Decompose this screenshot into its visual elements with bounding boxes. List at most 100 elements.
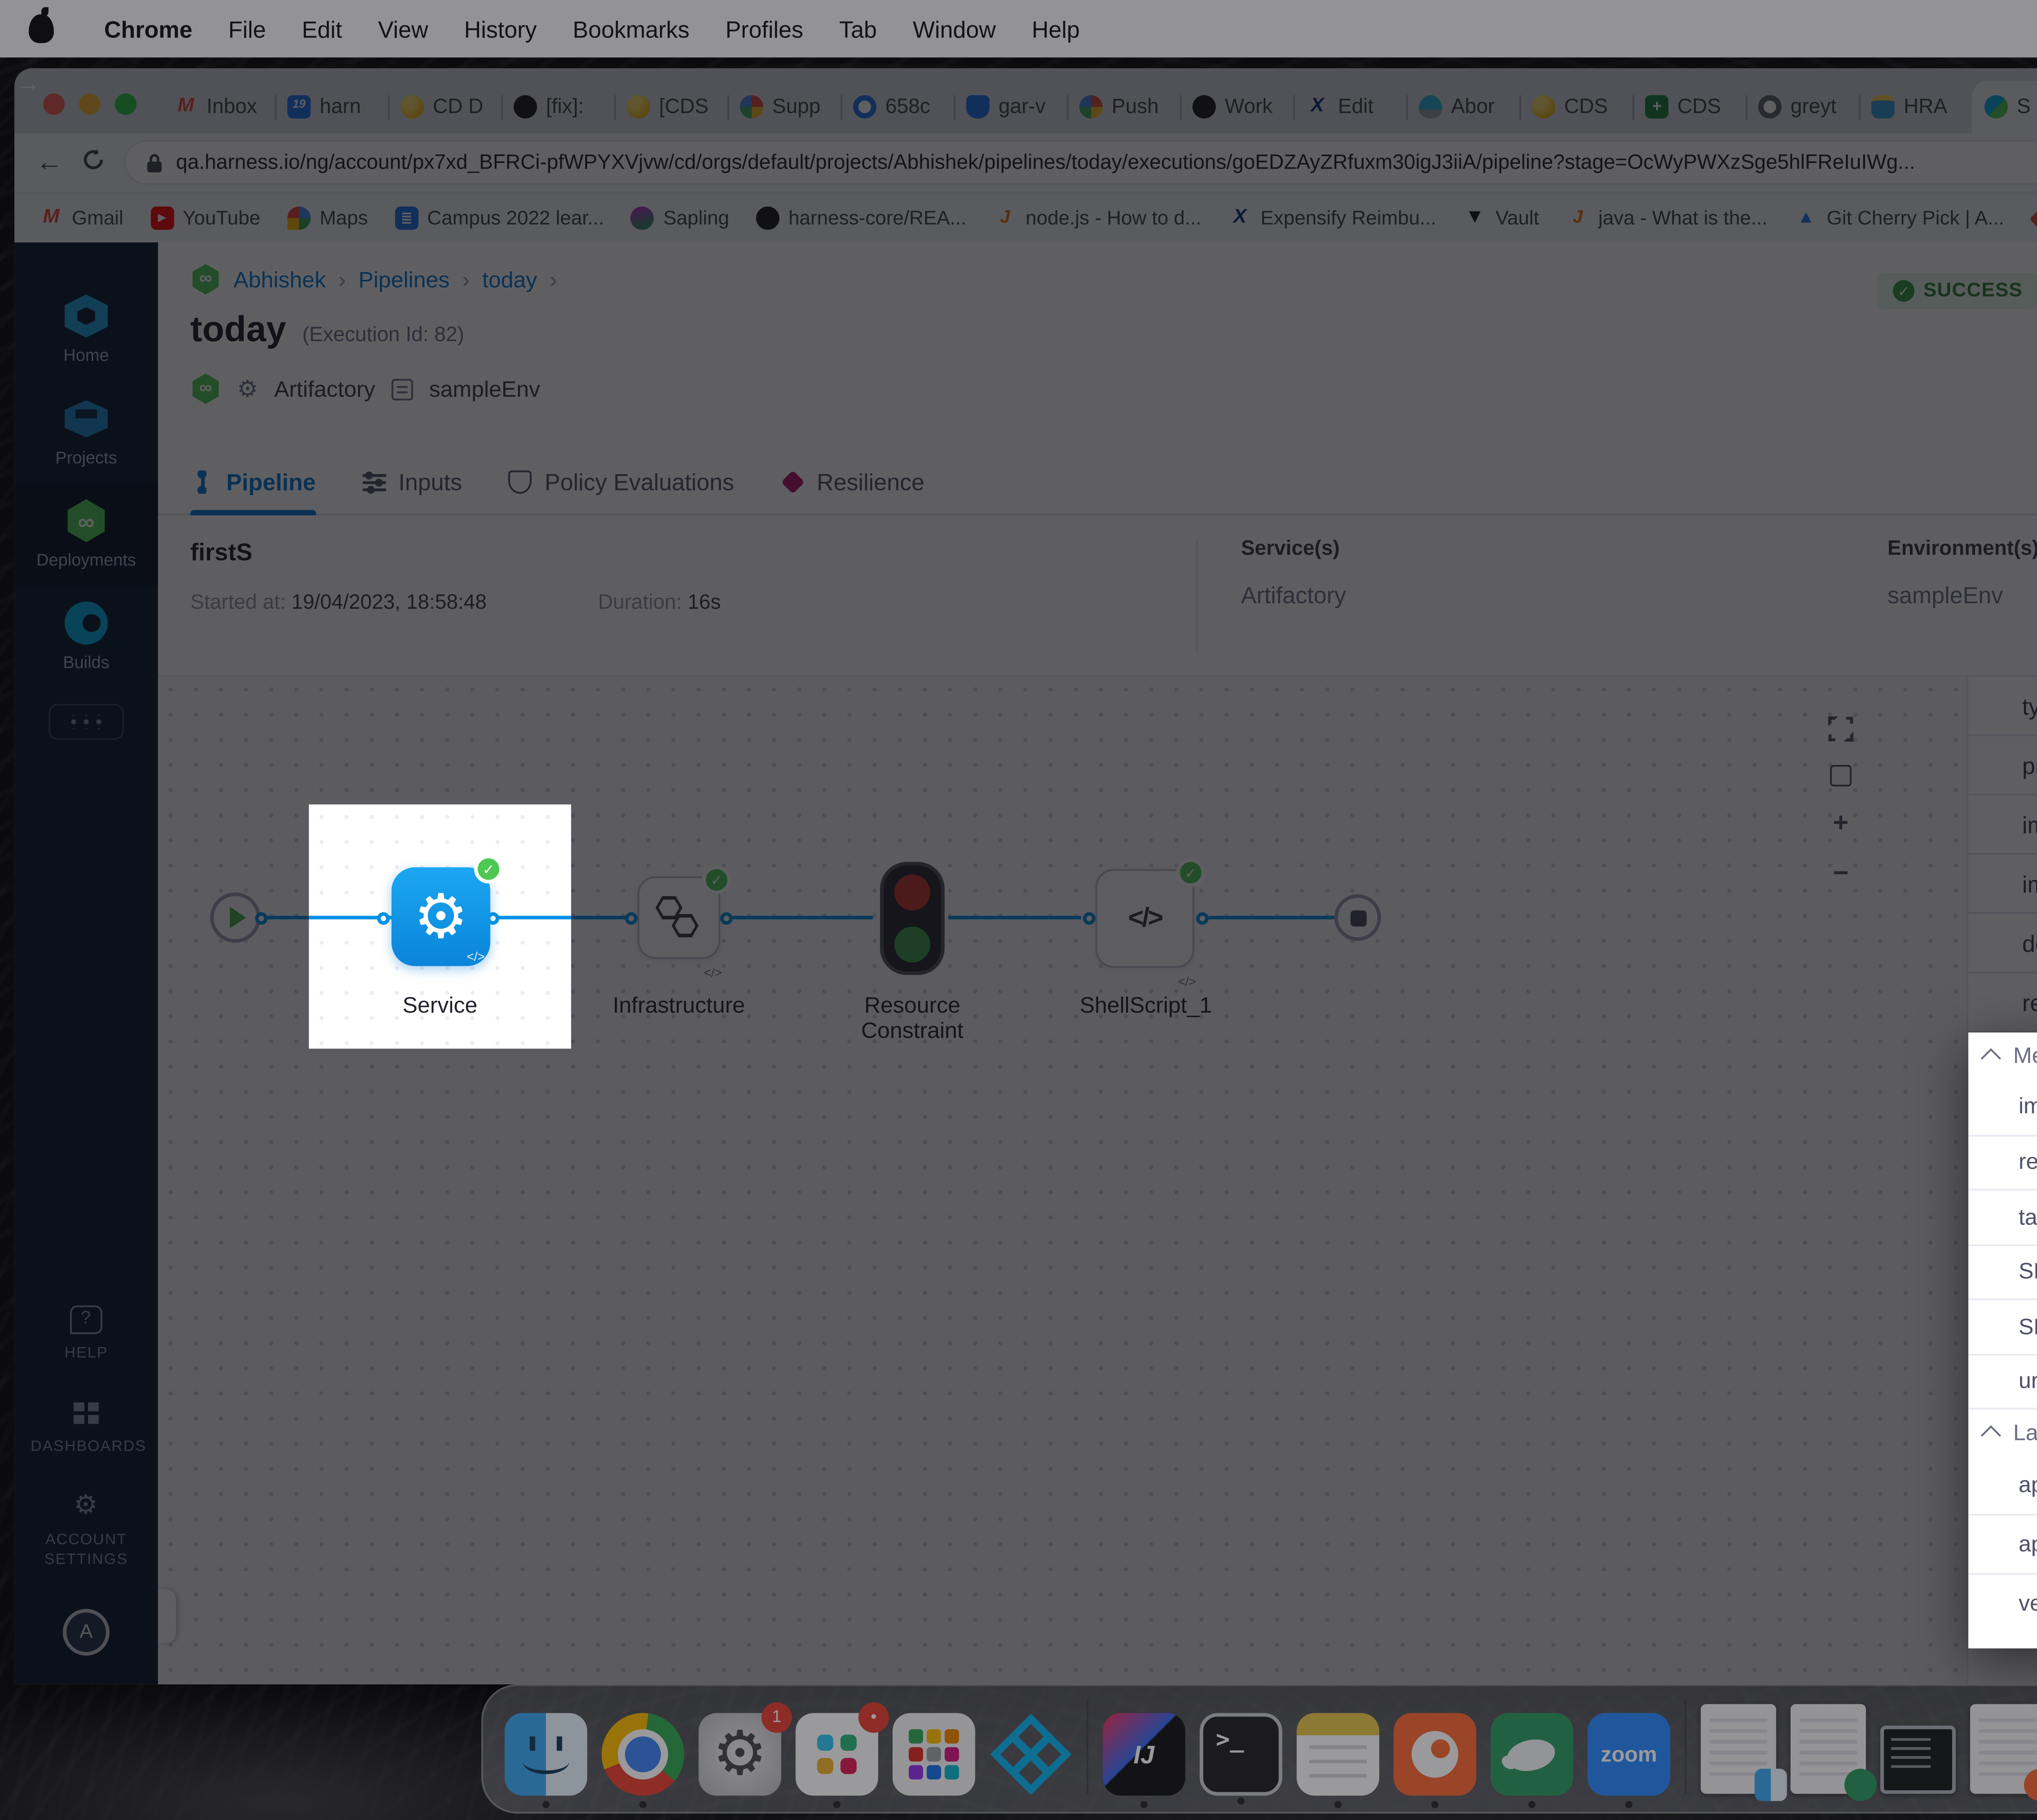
dock-item[interactable]: 1 (699, 1713, 781, 1796)
sidebar-module[interactable]: Projects (14, 381, 158, 483)
dock-item[interactable] (1087, 1701, 1088, 1794)
dock-item[interactable] (1880, 1725, 1956, 1794)
pipeline-canvas[interactable]: ⚙ </> ✓ Service ✓ </> (158, 677, 1967, 1684)
browser-tab[interactable]: + CDS (1632, 81, 1746, 133)
browser-tab[interactable]: [CDS (614, 81, 728, 133)
dock-item[interactable] (1970, 1704, 2037, 1794)
resource-constraint-step-node[interactable] (880, 862, 945, 975)
browser-tab[interactable]: 19 harn (275, 81, 388, 133)
execution-tab[interactable]: Pipeline (190, 451, 316, 513)
maximize-window-button[interactable] (115, 93, 136, 115)
sidebar-module[interactable] (14, 688, 158, 754)
bookmark-item[interactable]: Git - git-revert Do... (2031, 207, 2037, 230)
sidebar-module[interactable]: Builds (14, 585, 158, 688)
bookmark-item[interactable]: ▶ YouTube (150, 207, 260, 230)
sidebar-module[interactable]: Deployments (14, 483, 158, 585)
close-window-button[interactable] (43, 93, 65, 115)
menu-item[interactable]: History (446, 15, 554, 42)
dock-item[interactable]: >_ (1200, 1713, 1282, 1796)
apple-menu-icon[interactable] (29, 14, 54, 43)
dock-item[interactable] (602, 1713, 684, 1796)
dock-item[interactable] (1701, 1704, 1776, 1794)
menu-item[interactable]: Edit (284, 15, 360, 42)
browser-tab[interactable]: CDS (1519, 81, 1632, 133)
zoom-in-button[interactable]: + (1833, 810, 1849, 837)
dock-item[interactable] (1791, 1704, 1866, 1794)
collapse-chevron-icon[interactable] (1981, 1048, 2001, 1068)
breadcrumb-link[interactable]: today (482, 267, 557, 292)
node-label[interactable]: ShellScript_1 (1038, 993, 1254, 1018)
minimize-window-button[interactable] (79, 93, 101, 115)
execution-tab[interactable]: Resilience (781, 451, 925, 513)
menu-item[interactable]: Bookmarks (555, 15, 708, 42)
sidebar-module[interactable]: Home (14, 278, 158, 380)
browser-tab[interactable]: Abor (1406, 81, 1520, 133)
browser-tab[interactable]: 658c (840, 81, 954, 133)
node-label[interactable]: Service (309, 993, 571, 1018)
browser-tab[interactable]: gar-v (954, 81, 1067, 133)
dock-item[interactable] (1685, 1701, 1686, 1794)
menu-item[interactable]: Profiles (707, 15, 821, 42)
fit-view-icon[interactable] (1830, 765, 1852, 787)
menu-item[interactable]: Chrome (86, 15, 211, 42)
breadcrumb-link[interactable]: Pipelines (359, 267, 470, 292)
bookmark-item[interactable]: ▼ Vault (1463, 207, 1539, 230)
browser-tab[interactable]: Work (1180, 81, 1293, 133)
breadcrumb-link[interactable]: Abhishek (233, 267, 346, 292)
environment-chip[interactable]: sampleEnv (429, 376, 540, 402)
browser-tab[interactable]: X Edit (1293, 81, 1406, 133)
metadata-section-header[interactable]: Metadata (1968, 1033, 2037, 1079)
dock-item[interactable] (990, 1713, 1072, 1796)
execution-tab[interactable]: Policy Evaluations (509, 451, 734, 513)
sidebar-user-avatar[interactable]: A (63, 1609, 110, 1656)
collapse-chevron-icon[interactable] (1981, 1424, 2001, 1445)
node-label[interactable]: Infrastructure (571, 993, 787, 1018)
browser-tab[interactable]: Supp (727, 81, 840, 133)
menu-item[interactable]: File (210, 15, 284, 42)
bookmark-item[interactable]: ▲ Git Cherry Pick | A... (1794, 207, 2004, 230)
browser-tab[interactable]: M Inbox (162, 81, 275, 133)
address-bar[interactable]: qa.harness.io/ng/account/px7xd_BFRCi-pfW… (124, 140, 2037, 185)
dock-item[interactable] (1297, 1713, 1379, 1796)
browser-tab[interactable]: [fix]: (501, 81, 614, 133)
sidebar-bottom-item[interactable]: HELP (14, 1287, 158, 1380)
bookmark-item[interactable]: Maps (287, 207, 368, 230)
dock-item[interactable]: • (796, 1713, 878, 1796)
dock-item[interactable]: zoom (1588, 1713, 1670, 1796)
stage-name[interactable]: firstS (190, 539, 1196, 565)
environment-value[interactable]: sampleEnv (1887, 582, 2037, 609)
infrastructure-step-node[interactable]: ✓ </> (638, 876, 720, 959)
back-icon[interactable]: ← (36, 147, 63, 178)
fullscreen-icon[interactable] (1828, 717, 1854, 742)
bookmark-item[interactable]: Sapling (631, 207, 729, 230)
execution-tab[interactable]: Inputs (363, 451, 462, 513)
dock-item[interactable] (1394, 1713, 1476, 1796)
menu-item[interactable]: Window (895, 15, 1014, 42)
label-section-header[interactable]: Label (1968, 1408, 2037, 1455)
menu-item[interactable]: View (360, 15, 446, 42)
bookmark-item[interactable]: J node.js - How to d... (993, 207, 1201, 230)
service-step-node[interactable]: ⚙ </> ✓ (392, 867, 490, 966)
panel-drag-handle[interactable] (158, 1589, 176, 1643)
service-chip[interactable]: Artifactory (274, 376, 375, 402)
browser-tab[interactable]: HRA (1859, 81, 1972, 133)
bookmark-item[interactable]: harness-core/REA... (756, 207, 966, 230)
bookmark-item[interactable]: M Gmail (40, 207, 123, 230)
zoom-out-button[interactable]: − (1833, 860, 1849, 887)
menu-item[interactable]: Tab (821, 15, 895, 42)
reload-icon[interactable] (81, 146, 106, 178)
sidebar-bottom-item[interactable]: DASHBOARDS (14, 1380, 158, 1474)
menu-item[interactable]: Help (1014, 15, 1098, 42)
browser-tab[interactable]: greyt (1746, 81, 1859, 133)
dock-item[interactable] (505, 1713, 587, 1796)
browser-tab[interactable]: S ✕ (1972, 81, 2037, 133)
dock-item[interactable] (1491, 1713, 1573, 1796)
bookmark-item[interactable]: X Expensify Reimbu... (1228, 207, 1436, 230)
browser-tab[interactable]: CD D (388, 81, 501, 133)
sidebar-bottom-item[interactable]: ACCOUNT SETTINGS (14, 1474, 158, 1587)
browser-tab[interactable]: Push (1067, 81, 1180, 133)
dock-item[interactable] (893, 1713, 975, 1796)
bookmark-item[interactable]: J java - What is the... (1566, 207, 1767, 230)
url-text[interactable]: qa.harness.io/ng/account/px7xd_BFRCi-pfW… (176, 152, 1915, 173)
node-label[interactable]: Resource Constraint (832, 993, 993, 1043)
